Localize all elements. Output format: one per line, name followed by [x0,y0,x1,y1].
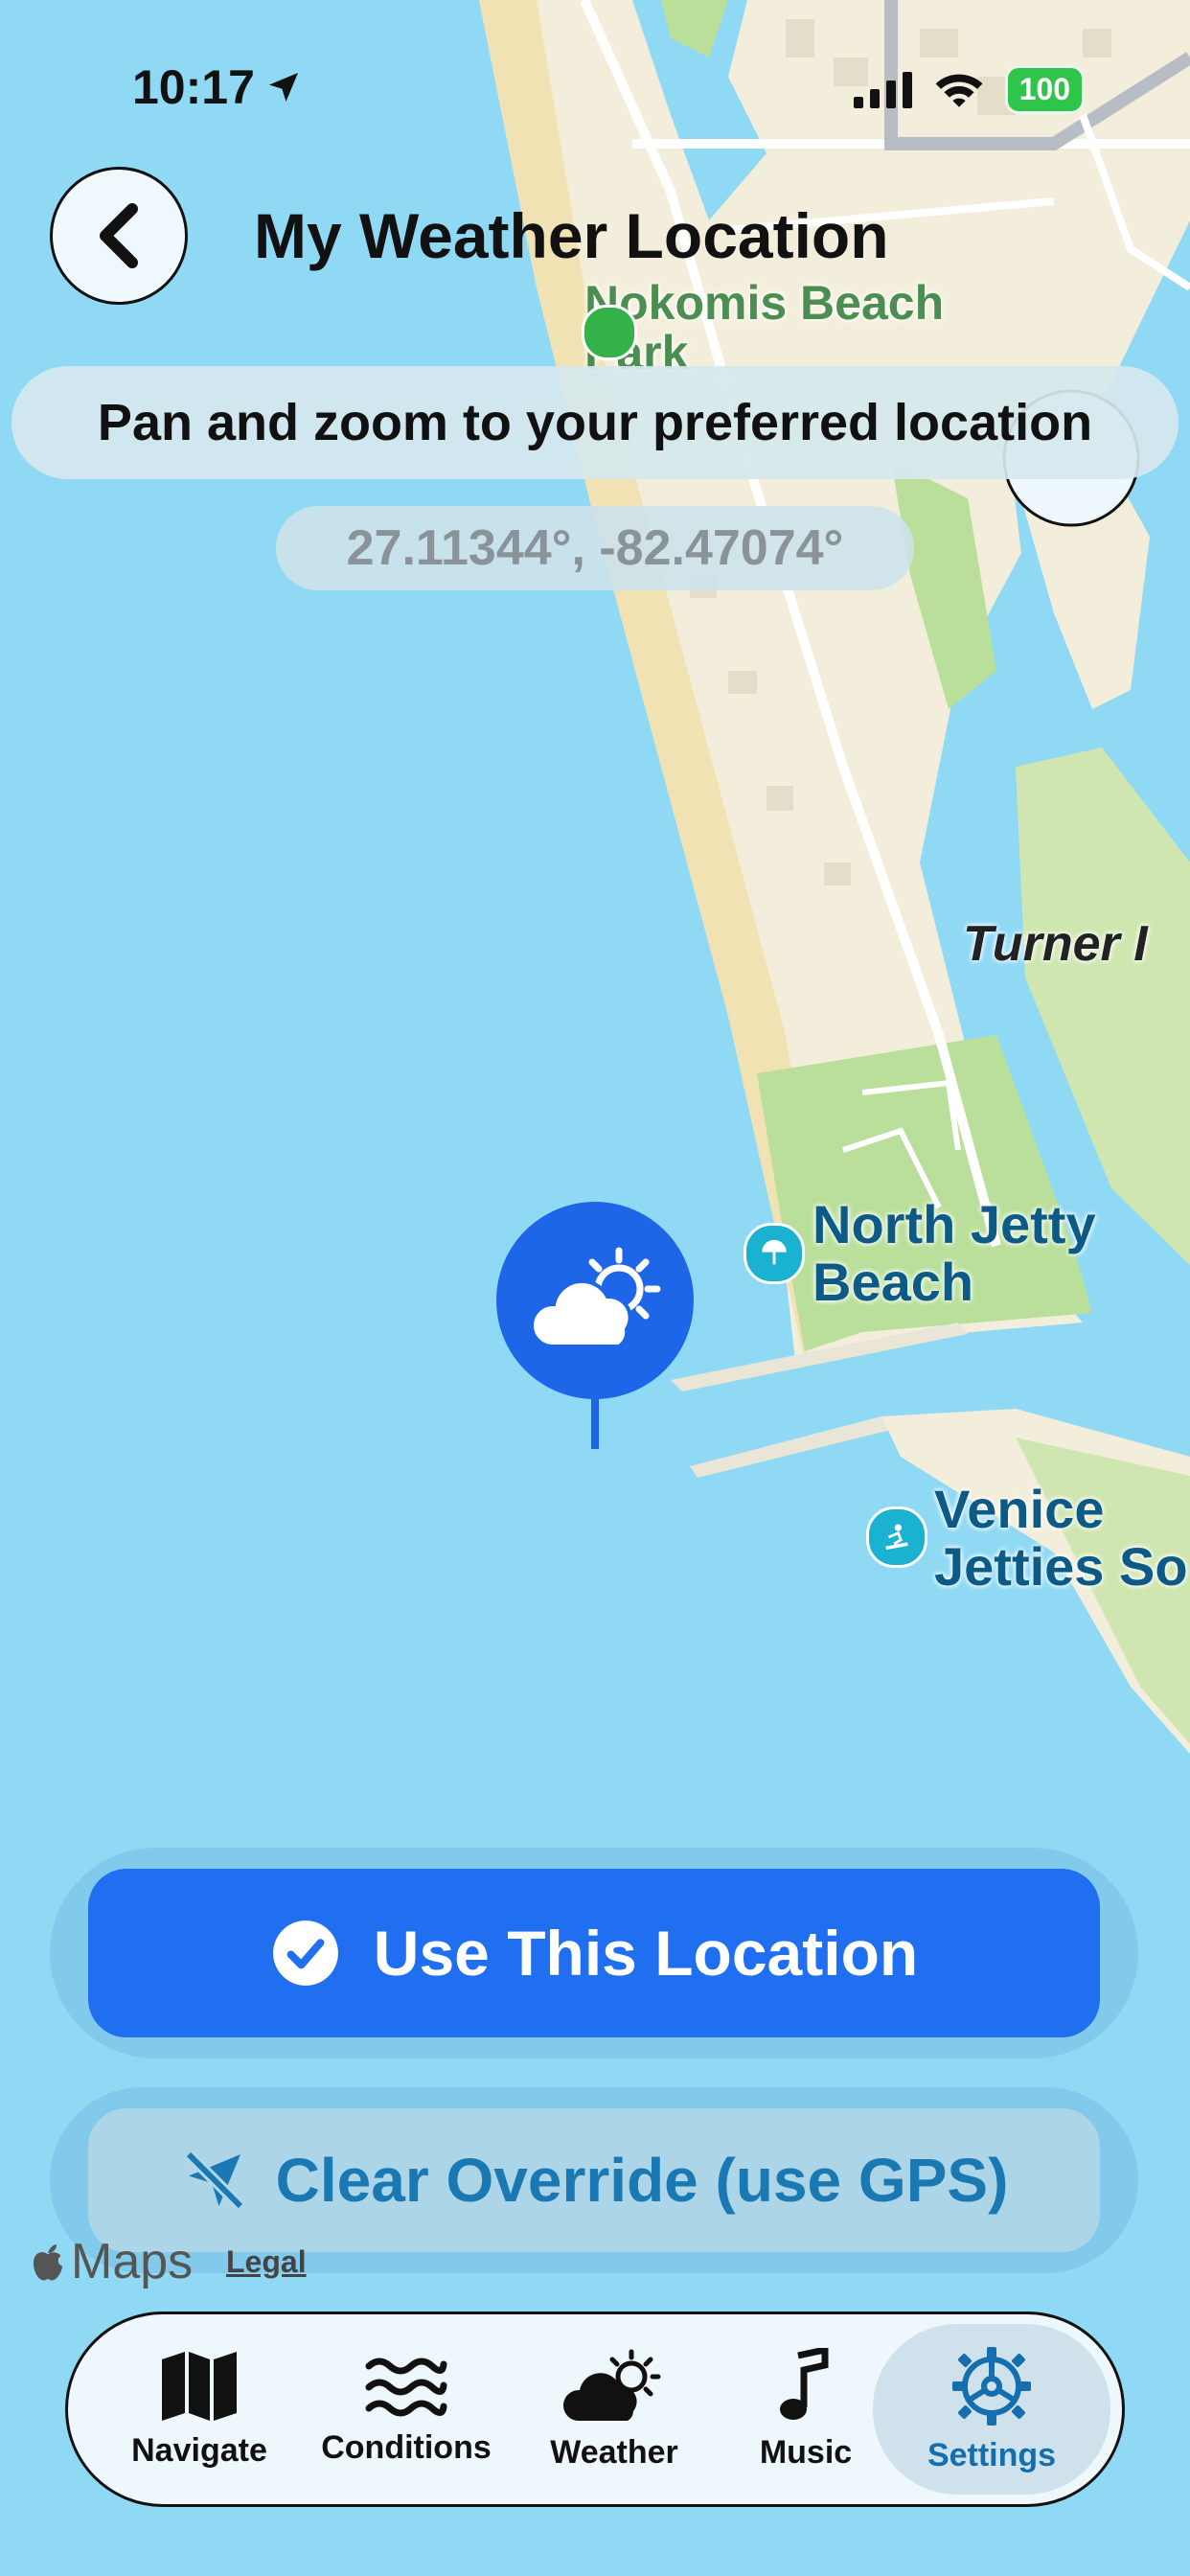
map-label-park[interactable]: Nokomis Beach Park [584,278,949,380]
north-jetty-line1: North Jetty [812,1194,1096,1254]
tab-conditions-label: Conditions [321,2428,492,2466]
wifi-icon [935,74,983,107]
location-slash-icon [184,2150,244,2211]
location-arrow-icon [268,73,298,102]
chevron-left-icon [100,203,138,268]
map-label-venice-jetties[interactable]: Venice Jetties So [934,1481,1188,1596]
battery-indicator: 100 [1004,65,1085,114]
venice-jetties-line2: Jetties So [934,1536,1188,1597]
back-button[interactable] [50,167,188,305]
legal-link[interactable]: Legal [226,2244,307,2280]
tab-settings-label: Settings [927,2436,1057,2473]
tab-bar: Navigate Conditions Weather Music Settin… [65,2312,1125,2507]
status-time: 10:17 [132,59,303,115]
checkmark-circle-icon [272,1920,338,1986]
waves-icon [365,2358,447,2416]
cellular-signal-icon [853,71,912,108]
weather-location-pin[interactable] [496,1202,694,1399]
tab-music[interactable]: Music [739,2314,873,2504]
apple-logo-icon [34,2244,62,2281]
map-label-island[interactable]: Turner I [963,915,1148,973]
tab-weather-label: Weather [550,2433,678,2471]
use-location-label: Use This Location [373,1918,919,1989]
park-label: Nokomis Beach Park [584,276,945,380]
use-this-location-button[interactable]: Use This Location [88,1869,1100,2037]
surfer-icon [866,1506,927,1568]
clear-override-button[interactable]: Clear Override (use GPS) [88,2108,1100,2252]
apple-maps-attribution: Maps [31,2233,193,2290]
venice-jetties-line1: Venice [934,1479,1105,1539]
maps-wordmark: Maps [71,2234,194,2289]
tab-weather[interactable]: Weather [538,2314,691,2504]
tab-settings[interactable]: Settings [873,2324,1110,2495]
gear-icon [952,2346,1031,2426]
beach-umbrella-icon [744,1223,805,1284]
instruction-hint: Pan and zoom to your preferred location [11,366,1179,479]
north-jetty-line2: Beach [812,1252,974,1312]
status-indicators: 100 [853,65,1085,114]
clear-override-label: Clear Override (use GPS) [275,2146,1009,2215]
partly-cloudy-icon [530,1247,661,1348]
tab-music-label: Music [759,2433,853,2471]
map-icon [162,2351,237,2421]
map-label-north-jetty[interactable]: North Jetty Beach [812,1196,1096,1311]
tab-navigate[interactable]: Navigate [118,2314,281,2504]
coordinates-readout: 27.11344°, -82.47074° [276,506,914,590]
music-note-icon [780,2347,829,2420]
pin-stem [591,1395,599,1449]
partly-cloudy-icon [562,2349,661,2421]
time-text: 10:17 [132,60,255,114]
park-pin-icon [582,305,637,360]
tab-navigate-label: Navigate [131,2431,267,2469]
page-title: My Weather Location [254,200,889,271]
tab-conditions[interactable]: Conditions [315,2314,497,2504]
